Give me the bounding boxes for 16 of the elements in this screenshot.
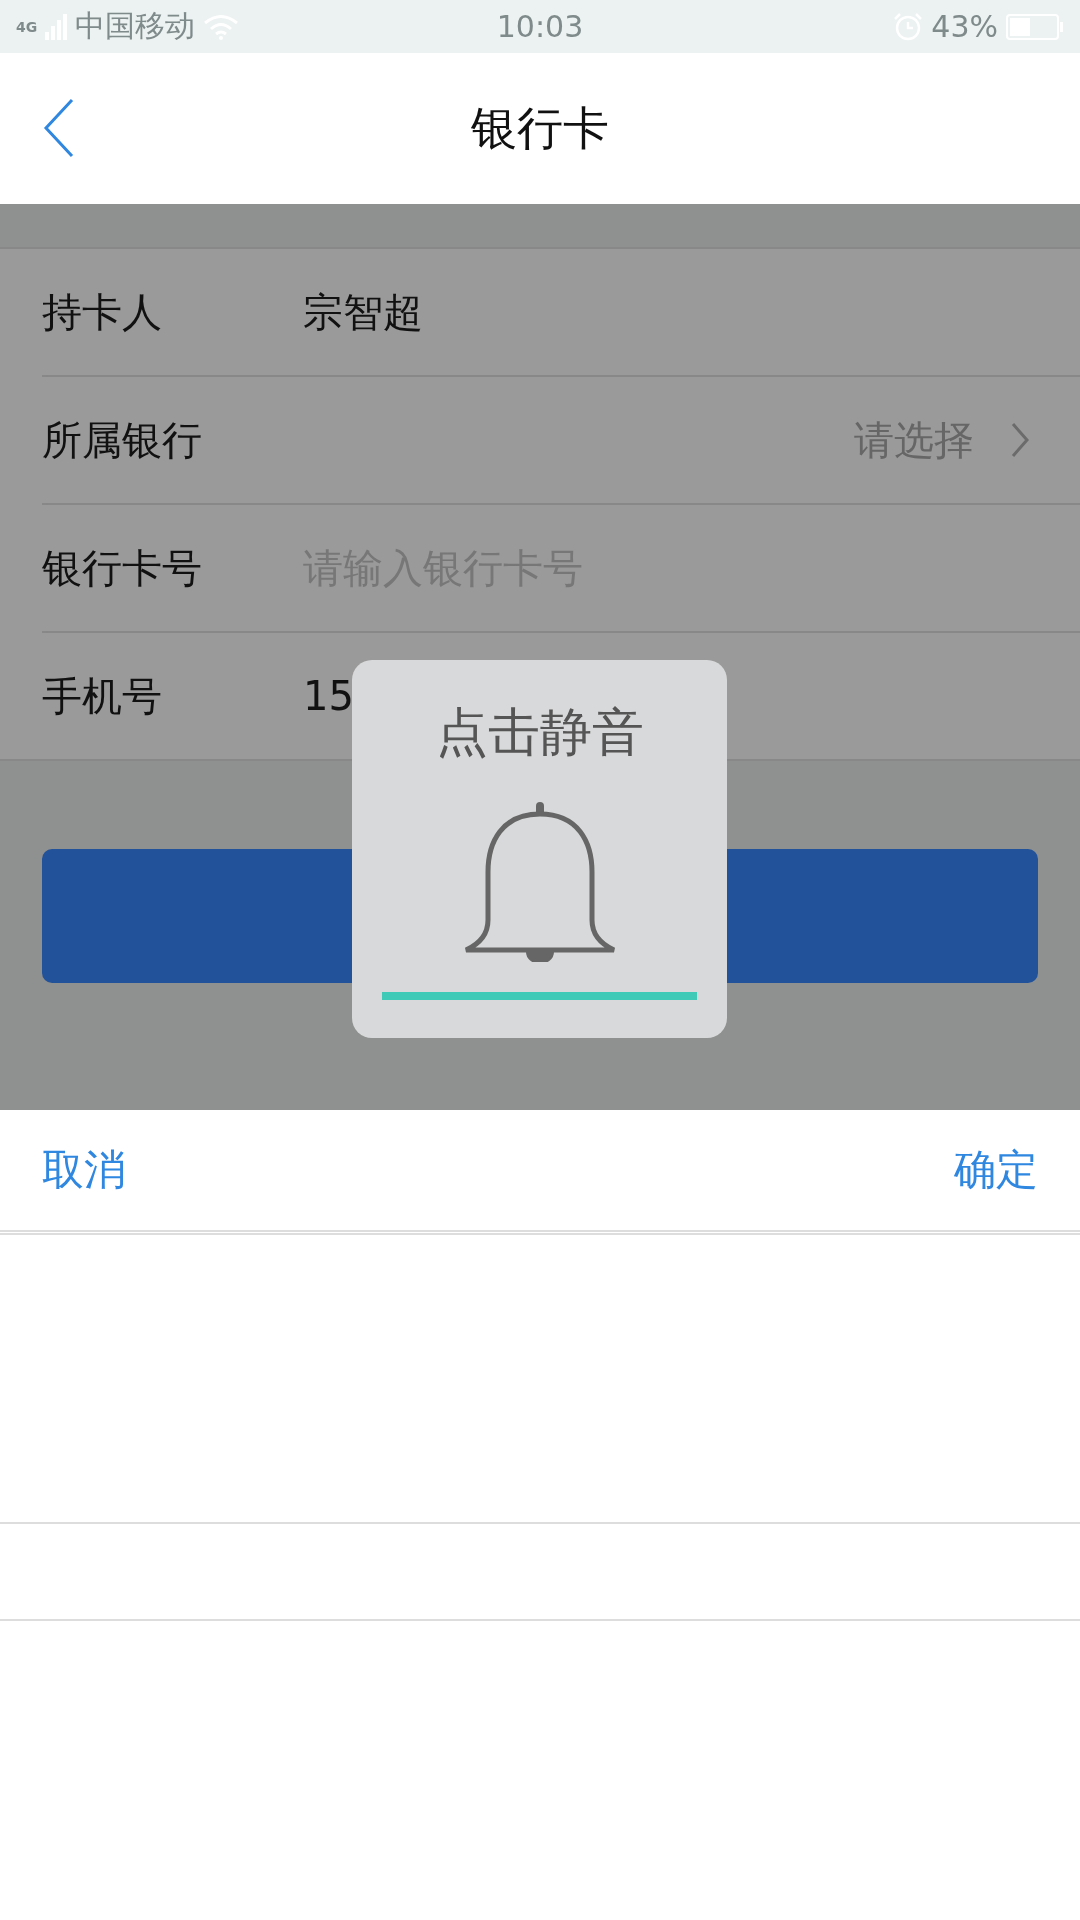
field-value: 15 — [303, 673, 354, 719]
field-label: 所属银行 — [42, 415, 203, 465]
field-label: 手机号 — [42, 671, 163, 721]
network-label: 4G — [16, 18, 38, 35]
mute-toast[interactable]: 点击静音 — [352, 660, 727, 1038]
page-title: 银行卡 — [471, 99, 609, 157]
field-label: 银行卡号 — [42, 543, 203, 593]
field-value: 宗智超 — [303, 287, 423, 337]
cancel-button[interactable]: 取消 — [42, 1142, 126, 1198]
field-label: 持卡人 — [42, 287, 163, 337]
toast-title: 点击静音 — [435, 701, 644, 764]
clock-time: 10:03 — [496, 9, 584, 44]
carrier-label: 中国移动 — [75, 7, 196, 45]
confirm-button[interactable]: 确定 — [954, 1142, 1038, 1198]
battery-percent: 43% — [931, 9, 998, 44]
chevron-icon — [1010, 422, 1030, 458]
